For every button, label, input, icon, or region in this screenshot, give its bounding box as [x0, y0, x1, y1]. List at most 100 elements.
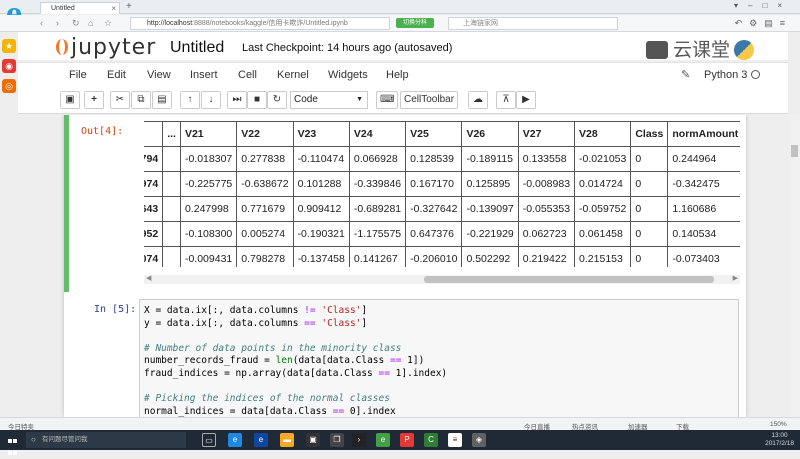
browser-360-icon[interactable]: e	[376, 433, 390, 447]
celltoolbar-button[interactable]: CellToolbar	[400, 91, 459, 109]
save-icon[interactable]: ▣	[60, 91, 80, 109]
menu-widgets[interactable]: Widgets	[328, 69, 368, 81]
app-icon[interactable]: ◎	[2, 79, 16, 93]
code-line[interactable]: normal_indices = data[data.Class == 0].i…	[144, 406, 734, 417]
close-tab-icon[interactable]: ×	[111, 3, 116, 14]
video-icon[interactable]: ◉	[2, 59, 16, 73]
system-tray[interactable]: 13:00 2017/2/18	[765, 432, 794, 448]
table-cell	[162, 171, 181, 197]
table-cell: -0.638672	[236, 171, 294, 197]
table-cell: 0	[630, 146, 669, 172]
video-play-icon[interactable]: ▶	[516, 91, 536, 109]
browser-tab[interactable]: Untitled ×	[40, 2, 120, 14]
notebook-title[interactable]: Untitled	[170, 39, 224, 57]
vertical-scrollbar-thumb[interactable]	[791, 145, 798, 157]
row-index-cell: 90794	[144, 146, 164, 172]
home-icon[interactable]: ⌂	[88, 18, 93, 28]
scroll-right-icon[interactable]: ▶	[733, 274, 738, 282]
zoom-level[interactable]: 150%	[770, 421, 787, 428]
code-comment-line[interactable]: # Number of data points in the minority …	[144, 343, 734, 356]
code-cell[interactable]: In [5]: X = data.ix[:, data.columns != '…	[64, 297, 744, 417]
menu-help[interactable]: Help	[386, 69, 409, 81]
code-line[interactable]	[144, 381, 734, 394]
column-header: V21	[179, 121, 238, 147]
menu-file[interactable]: File	[69, 69, 87, 81]
page-vertical-scrollbar[interactable]	[789, 115, 800, 417]
window-controls[interactable]: ▾–□×	[734, 1, 792, 10]
code-editor[interactable]: X = data.ix[:, data.columns != 'Class'] y…	[139, 299, 739, 417]
menu-kernel[interactable]: Kernel	[277, 69, 309, 81]
code-line[interactable]	[144, 330, 734, 343]
column-header: Class	[630, 121, 669, 147]
url-input[interactable]: http://localhost:8888/notebooks/kaggle/信…	[130, 17, 390, 30]
store-icon[interactable]: ▣	[306, 433, 320, 447]
run-cell-icon[interactable]: ⏭	[227, 91, 247, 109]
table-cell: -0.009431	[179, 246, 238, 267]
back-icon[interactable]: ‹	[40, 18, 43, 28]
presentation-icon[interactable]: ⊼	[496, 91, 516, 109]
terminal-icon[interactable]: ›	[352, 433, 366, 447]
camtasia-icon[interactable]: C	[424, 433, 438, 447]
address-bar: ‹ › ↻ ⌂ ☆ http://localhost:8888/notebook…	[0, 15, 800, 32]
copy-icon[interactable]: ⧉	[131, 91, 151, 109]
restart-icon[interactable]: ↻	[267, 91, 287, 109]
powerpoint-icon[interactable]: P	[400, 433, 414, 447]
cut-icon[interactable]: ✂	[110, 91, 130, 109]
browser-tools[interactable]: ↶⚙▤≡	[735, 18, 792, 29]
table-cell: -0.189115	[461, 146, 519, 172]
edit-pencil-icon[interactable]: ✎	[681, 68, 690, 81]
table-cell: 0.062723	[517, 221, 576, 247]
table-cell	[162, 221, 181, 247]
menu-edit[interactable]: Edit	[107, 69, 126, 81]
table-cell: 0.101288	[292, 171, 350, 197]
file-explorer-icon[interactable]: ▬	[280, 433, 294, 447]
output-cell-selected[interactable]: Out[4]: ... V21 V22 V23 V24 V25 V26 V27 …	[64, 115, 744, 292]
favorites-icon[interactable]: ★	[2, 39, 16, 53]
new-tab-icon[interactable]: +	[126, 1, 132, 12]
menu-cell[interactable]: Cell	[238, 69, 257, 81]
upload-icon[interactable]: ☁	[468, 91, 488, 109]
code-line[interactable]: y = data.ix[:, data.columns == 'Class']	[144, 318, 734, 331]
star-icon[interactable]: ☆	[104, 18, 112, 29]
jupyter-logo[interactable]: jupyter	[56, 35, 156, 60]
code-line[interactable]: X = data.ix[:, data.columns != 'Class']	[144, 305, 734, 318]
command-palette-icon[interactable]: ⌨	[376, 91, 399, 109]
task-view-icon[interactable]: ▭	[202, 433, 216, 447]
table-cell: 0.647376	[405, 221, 463, 247]
table-cell	[162, 246, 181, 267]
code-comment-line[interactable]: # Picking the indices of the normal clas…	[144, 393, 734, 406]
browser-search-input[interactable]: 上海链家网	[448, 17, 618, 30]
brand-watermark: 云课堂	[646, 35, 755, 62]
app-icon[interactable]: ❐	[330, 433, 344, 447]
insert-cell-icon[interactable]: +	[84, 91, 104, 109]
jupyter-header: jupyter Untitled Last Checkpoint: 14 hou…	[18, 32, 788, 62]
scrollbar-thumb[interactable]	[424, 276, 714, 283]
move-up-icon[interactable]: ↑	[180, 91, 200, 109]
notepad-icon[interactable]: ≡	[448, 433, 462, 447]
table-cell: 0.133558	[517, 146, 576, 172]
reload-icon[interactable]: ↻	[72, 18, 80, 29]
cell-type-select[interactable]: Code ▼	[290, 91, 368, 109]
kernel-indicator: Python 3	[704, 69, 761, 81]
interrupt-icon[interactable]: ■	[247, 91, 267, 109]
edge-icon[interactable]: e	[228, 433, 242, 447]
start-icon[interactable]	[8, 435, 18, 455]
ie-icon[interactable]: e	[254, 433, 268, 447]
paste-icon[interactable]: ▤	[152, 91, 172, 109]
table-cell: 0.128539	[405, 146, 463, 172]
menu-insert[interactable]: Insert	[190, 69, 218, 81]
move-down-icon[interactable]: ↓	[201, 91, 221, 109]
table-cell: 0.215153	[574, 246, 632, 267]
forward-icon[interactable]: ›	[56, 18, 59, 28]
scroll-left-icon[interactable]: ◀	[146, 274, 151, 282]
menu-view[interactable]: View	[147, 69, 171, 81]
kernel-idle-icon	[751, 70, 761, 79]
media-icon[interactable]: ◈	[472, 433, 486, 447]
taskbar-search[interactable]: ○ 有问题尽管问我	[26, 432, 186, 448]
horizontal-scrollbar[interactable]: ◀ ▶	[144, 275, 740, 284]
clock-date: 2017/2/18	[765, 440, 794, 447]
switch-mode-button[interactable]: 切换分科	[396, 18, 434, 28]
code-line[interactable]: fraud_indices = np.array(data[data.Class…	[144, 368, 734, 381]
code-line[interactable]: number_records_fraud = len(data[data.Cla…	[144, 355, 734, 368]
row-index-cell: 53074	[144, 246, 164, 267]
